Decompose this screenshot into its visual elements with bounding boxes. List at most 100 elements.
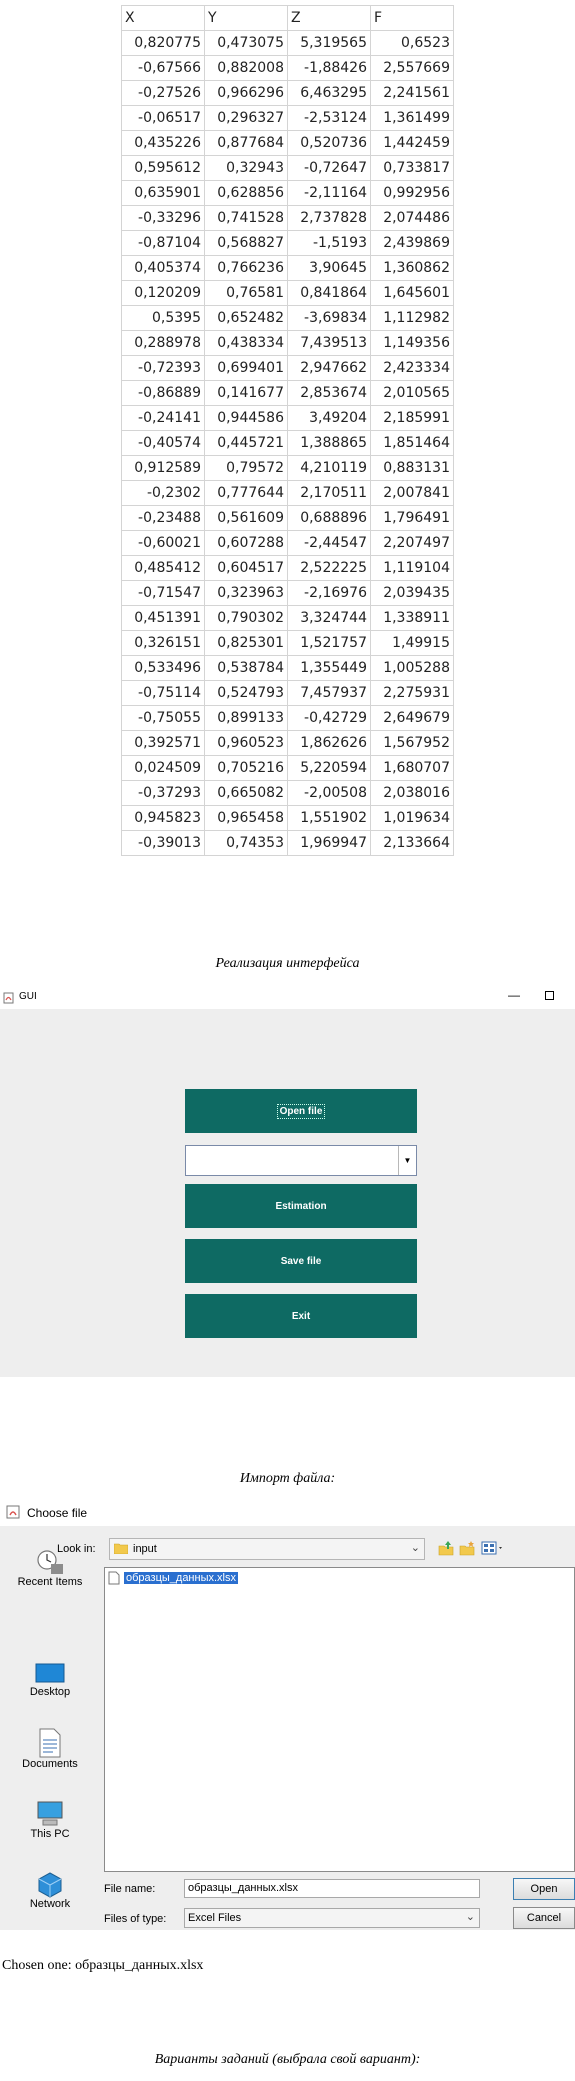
table-cell: -2,00508: [287, 780, 371, 806]
look-in-combo[interactable]: input ⌄: [109, 1538, 425, 1560]
table-cell: 1,551902: [287, 805, 371, 831]
table-row: 0,595612 0,32943 -0,72647 0,733817: [121, 155, 454, 181]
table-cell: 0,32943: [204, 155, 288, 181]
table-cell: 1,360862: [370, 255, 454, 281]
column-header: X: [121, 5, 205, 31]
table-cell: 0,326151: [121, 630, 205, 656]
table-cell: 0,820775: [121, 30, 205, 56]
gui-window: GUI — Open file ▼ Estimation Save file E…: [0, 987, 575, 1389]
desktop-icon: [35, 1662, 65, 1686]
table-cell: -0,42729: [287, 705, 371, 731]
cancel-button[interactable]: Cancel: [513, 1907, 575, 1929]
table-row: 0,435226 0,877684 0,520736 1,442459: [121, 130, 454, 156]
places-label: Network: [29, 1898, 71, 1910]
table-cell: 1,645601: [370, 280, 454, 306]
folder-icon: [113, 1542, 129, 1555]
places-label: Desktop: [29, 1686, 71, 1698]
file-chooser-dialog: Choose file Look in: input ⌄ Recent Item…: [0, 1500, 575, 1930]
chevron-down-icon[interactable]: ▼: [398, 1146, 416, 1175]
places-label: Recent Items: [17, 1576, 83, 1588]
file-select-combo[interactable]: ▼: [185, 1145, 417, 1176]
places-documents[interactable]: Documents: [0, 1728, 100, 1770]
table-cell: 7,439513: [287, 330, 371, 356]
table-row: -0,23488 0,561609 0,688896 1,796491: [121, 505, 454, 531]
network-icon: [35, 1870, 65, 1898]
files-of-type-label: Files of type:: [104, 1913, 167, 1925]
table-row: 0,945823 0,965458 1,551902 1,019634: [121, 805, 454, 831]
table-cell: 0,405374: [121, 255, 205, 281]
chevron-down-icon: ⌄: [465, 1911, 475, 1923]
table-cell: 0,538784: [204, 655, 288, 681]
chevron-down-icon: ⌄: [410, 1542, 420, 1554]
caption-interface: Реализация интерфейса: [215, 956, 360, 971]
table-cell: 3,49204: [287, 405, 371, 431]
view-menu-icon[interactable]: [481, 1540, 505, 1556]
table-cell: 0,79572: [204, 455, 288, 481]
open-button[interactable]: Open: [513, 1878, 575, 1900]
table-cell: -0,40574: [121, 430, 205, 456]
file-name-value: образцы_данных.xlsx: [188, 1882, 298, 1894]
table-row: -0,75114 0,524793 7,457937 2,275931: [121, 680, 454, 706]
table-cell: 1,521757: [287, 630, 371, 656]
table-row: 0,912589 0,79572 4,210119 0,883131: [121, 455, 454, 481]
table-cell: 0,607288: [204, 530, 288, 556]
table-cell: 0,883131: [370, 455, 454, 481]
files-of-type-select[interactable]: Excel Files ⌄: [184, 1908, 480, 1928]
table-cell: 2,853674: [287, 380, 371, 406]
new-folder-icon[interactable]: [459, 1540, 475, 1556]
places-this-pc[interactable]: This PC: [0, 1800, 100, 1840]
table-cell: 2,133664: [370, 830, 454, 856]
table-cell: 2,737828: [287, 205, 371, 231]
table-cell: 1,969947: [287, 830, 371, 856]
chosen-file-output: Chosen one: образцы_данных.xlsx: [2, 1958, 204, 1973]
file-name-input[interactable]: образцы_данных.xlsx: [184, 1879, 480, 1898]
table-cell: 2,947662: [287, 355, 371, 381]
table-cell: -0,37293: [121, 780, 205, 806]
maximize-icon[interactable]: [545, 991, 554, 1000]
table-cell: 1,338911: [370, 605, 454, 631]
table-cell: 2,207497: [370, 530, 454, 556]
table-row: -0,71547 0,323963 -2,16976 2,039435: [121, 580, 454, 606]
table-cell: 0,323963: [204, 580, 288, 606]
table-row: -0,37293 0,665082 -2,00508 2,038016: [121, 780, 454, 806]
table-cell: 0,992956: [370, 180, 454, 206]
places-desktop[interactable]: Desktop: [0, 1662, 100, 1698]
gui-window-title: GUI: [19, 991, 37, 1002]
places-recent-items[interactable]: Recent Items: [0, 1548, 100, 1608]
up-folder-icon[interactable]: [438, 1540, 454, 1556]
caption-variants: Варианты заданий (выбрала свой вариант):: [154, 2052, 421, 2067]
table-row: -0,39013 0,74353 1,969947 2,133664: [121, 830, 454, 856]
save-file-button[interactable]: Save file: [185, 1239, 417, 1283]
chooser-titlebar: Choose file: [0, 1500, 575, 1526]
table-cell: -3,69834: [287, 305, 371, 331]
table-cell: 6,463295: [287, 80, 371, 106]
minimize-icon[interactable]: —: [508, 988, 520, 1002]
table-row: -0,60021 0,607288 -2,44547 2,207497: [121, 530, 454, 556]
open-file-button[interactable]: Open file: [185, 1089, 417, 1133]
table-cell: 0,120209: [121, 280, 205, 306]
table-cell: 0,741528: [204, 205, 288, 231]
file-list[interactable]: образцы_данных.xlsx: [104, 1567, 575, 1872]
table-row: 0,392571 0,960523 1,862626 1,567952: [121, 730, 454, 756]
table-cell: 0,766236: [204, 255, 288, 281]
table-cell: 5,319565: [287, 30, 371, 56]
file-list-item[interactable]: образцы_данных.xlsx: [108, 1570, 238, 1586]
table-cell: -2,11164: [287, 180, 371, 206]
table-cell: 0,451391: [121, 605, 205, 631]
places-label: Documents: [22, 1758, 78, 1770]
table-cell: -2,44547: [287, 530, 371, 556]
table-cell: -0,72647: [287, 155, 371, 181]
estimation-button[interactable]: Estimation: [185, 1184, 417, 1228]
table-cell: 0,699401: [204, 355, 288, 381]
table-cell: 1,862626: [287, 730, 371, 756]
table-cell: 0,445721: [204, 430, 288, 456]
exit-button[interactable]: Exit: [185, 1294, 417, 1338]
table-cell: -0,27526: [121, 80, 205, 106]
table-cell: 0,877684: [204, 130, 288, 156]
table-cell: -2,16976: [287, 580, 371, 606]
places-network[interactable]: Network: [0, 1870, 100, 1910]
table-cell: -2,53124: [287, 105, 371, 131]
table-cell: 1,112982: [370, 305, 454, 331]
table-cell: 2,557669: [370, 55, 454, 81]
table-row: -0,33296 0,741528 2,737828 2,074486: [121, 205, 454, 231]
